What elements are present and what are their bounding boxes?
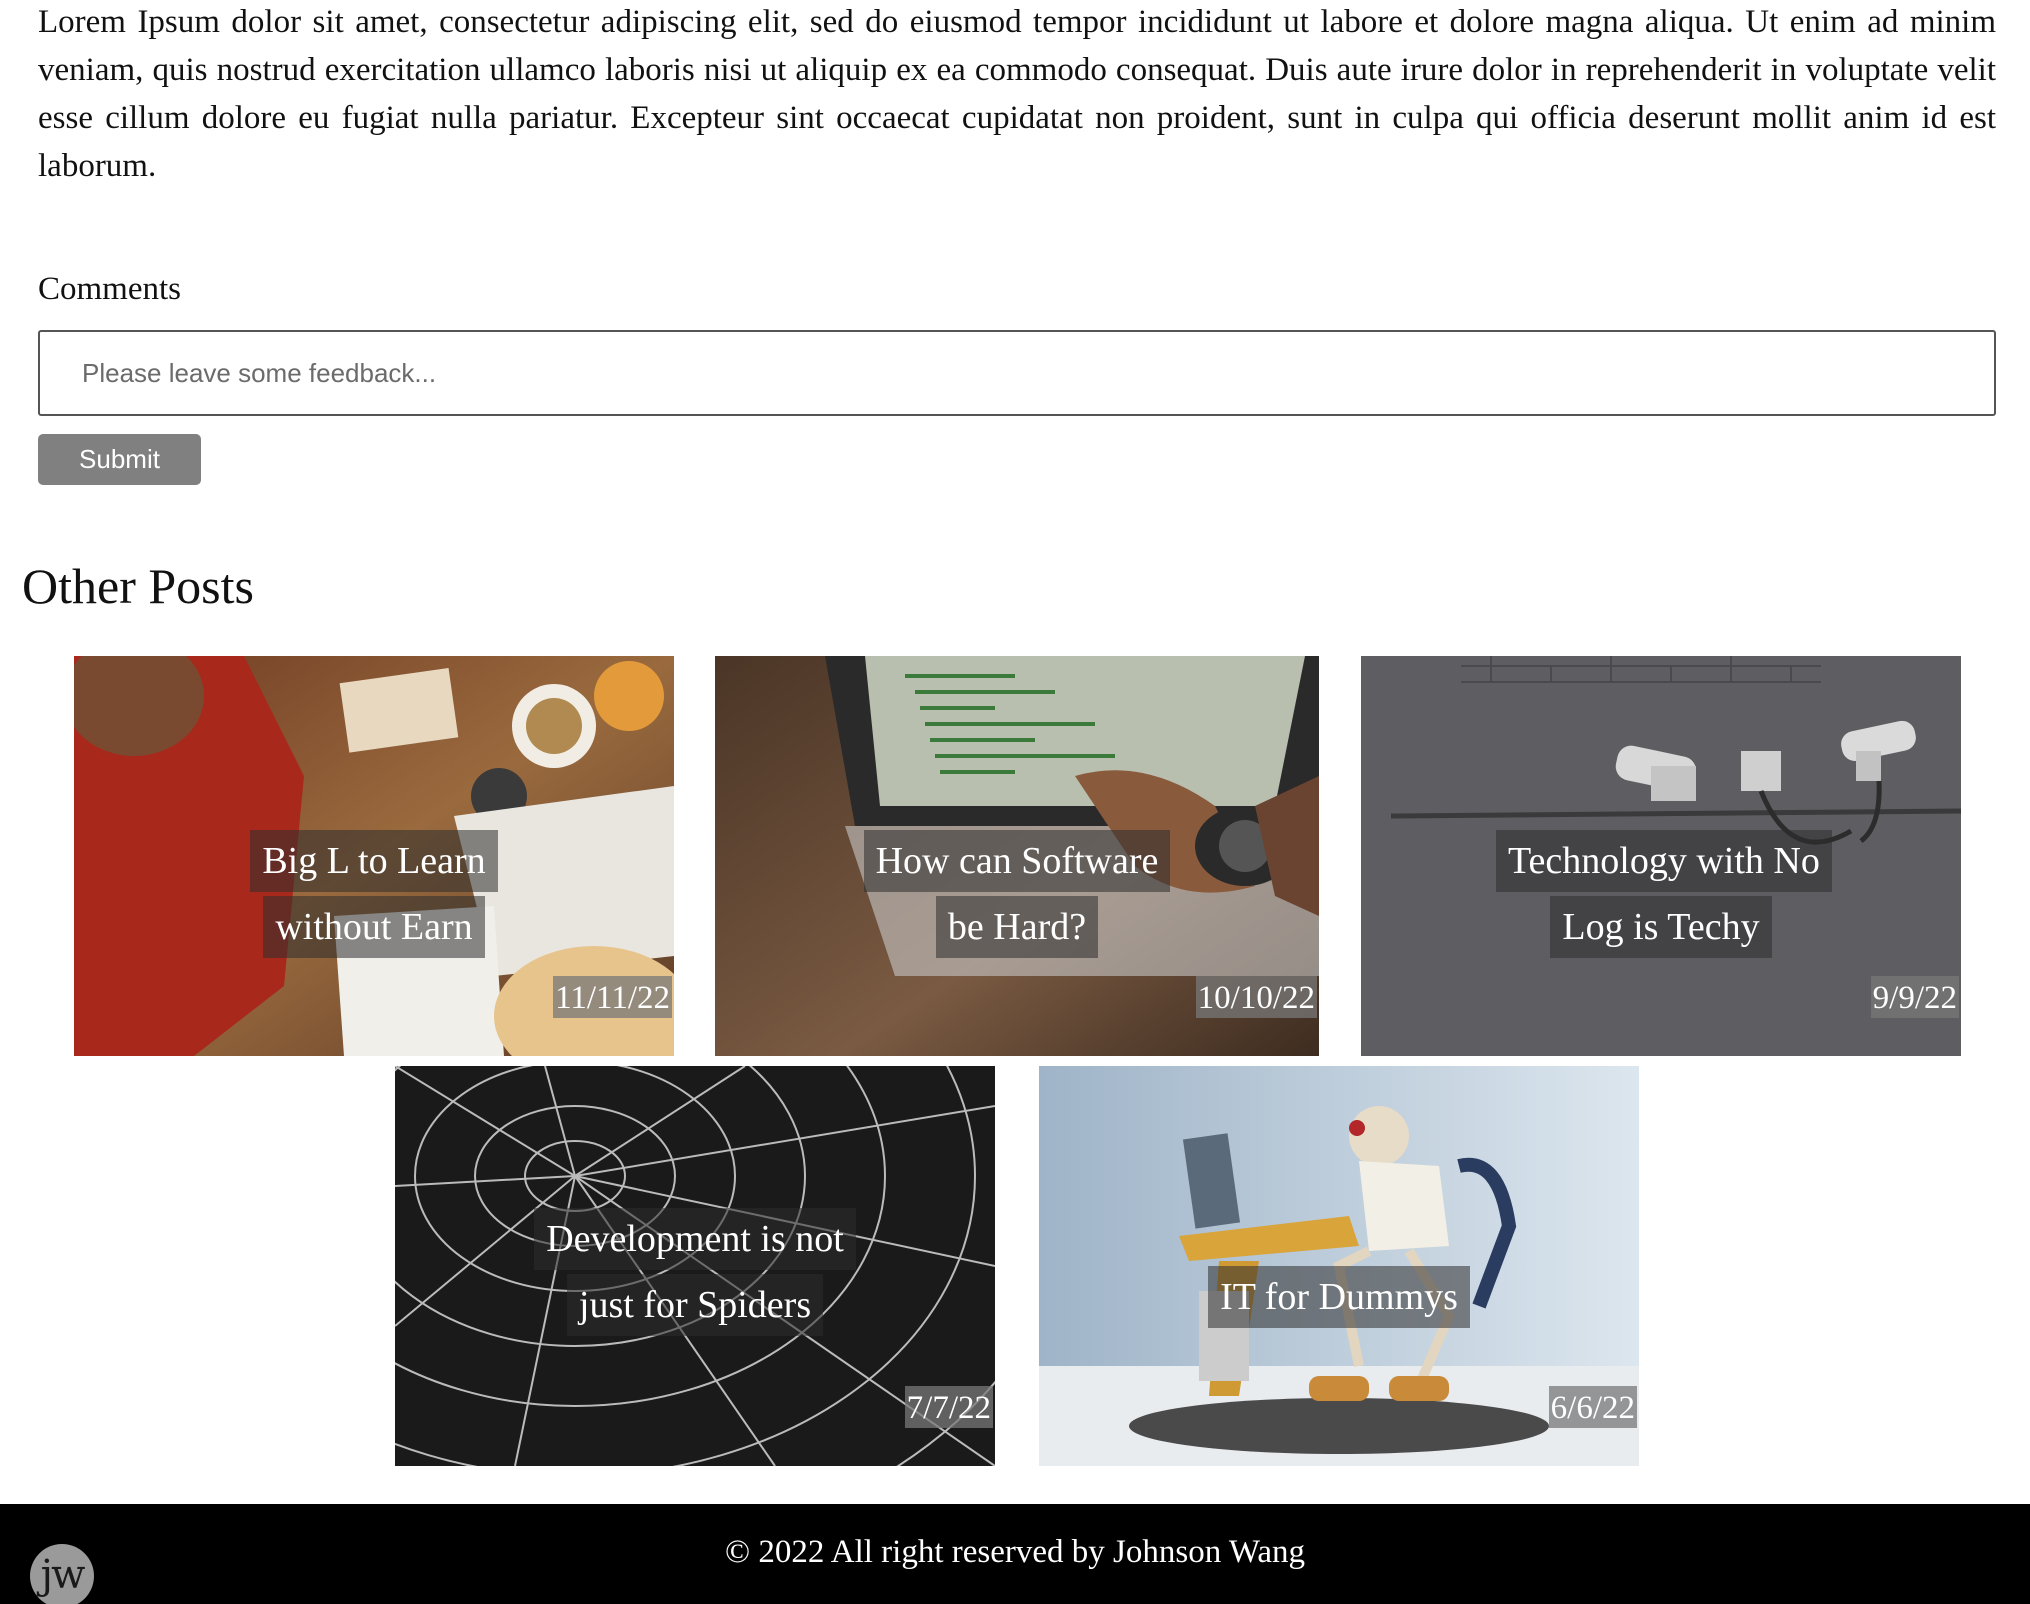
post-card-technology[interactable]: Technology with No Log is Techy 9/9/22 — [1361, 656, 1961, 1056]
post-title: How can Software be Hard? — [852, 828, 1182, 960]
footer-copyright: © 2022 All right reserved by Johnson Wan… — [725, 1534, 1305, 1570]
page: Lorem Ipsum dolor sit amet, consectetur … — [0, 0, 2030, 1604]
post-card-learn[interactable]: Big L to Learn without Earn 11/11/22 — [74, 656, 674, 1056]
post-date: 6/6/22 — [1548, 1386, 1637, 1428]
post-date: 9/9/22 — [1870, 976, 1959, 1018]
footer: jw © 2022 All right reserved by Johnson … — [0, 1504, 2030, 1604]
post-title: IT for Dummys — [1174, 1264, 1504, 1330]
post-card-software[interactable]: How can Software be Hard? 10/10/22 — [715, 656, 1319, 1056]
post-title: Technology with No Log is Techy — [1496, 828, 1832, 960]
comments-label: Comments — [38, 271, 182, 307]
post-date: 7/7/22 — [904, 1386, 993, 1428]
submit-button[interactable]: Submit — [38, 434, 201, 485]
post-title: Big L to Learn without Earn — [209, 828, 539, 960]
post-card-it-dummys[interactable]: IT for Dummys 6/6/22 — [1039, 1066, 1639, 1466]
post-date: 10/10/22 — [1195, 976, 1317, 1018]
article-body: Lorem Ipsum dolor sit amet, consectetur … — [38, 4, 1996, 184]
post-date: 11/11/22 — [553, 976, 672, 1018]
post-title: Development is not just for Spiders — [530, 1206, 860, 1338]
feedback-input[interactable] — [38, 330, 1996, 416]
other-posts-title: Other Posts — [22, 558, 254, 614]
post-card-development[interactable]: Development is not just for Spiders 7/7/… — [395, 1066, 995, 1466]
